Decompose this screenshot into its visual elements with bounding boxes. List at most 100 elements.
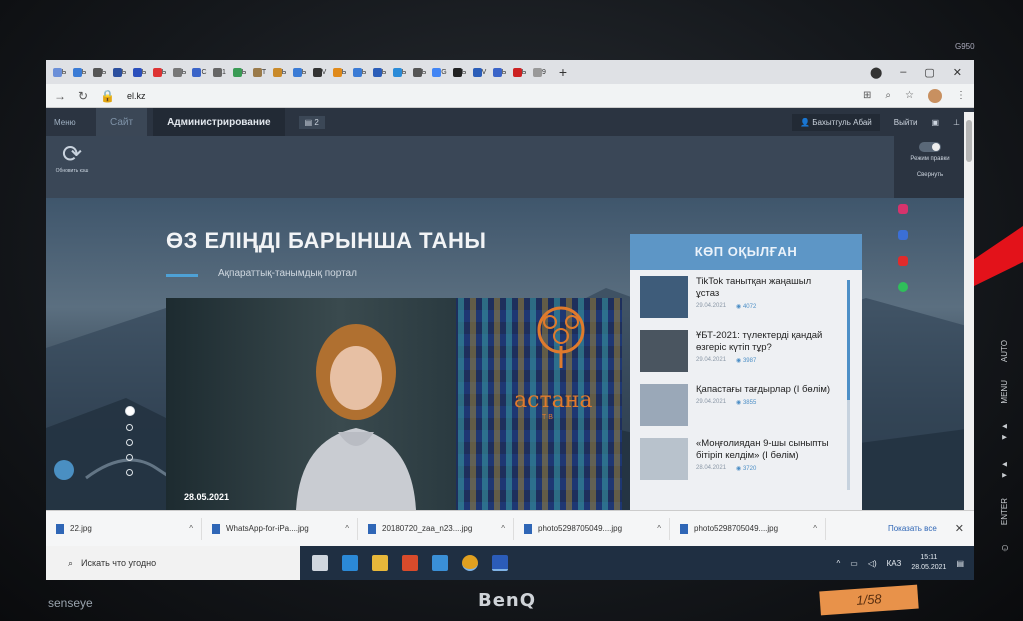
chevron-up-icon[interactable]: ^ [657, 524, 669, 533]
most-read-panel: КӨП ОҚЫЛҒАН TikTok танытқан жаңашыл ұста… [630, 234, 862, 510]
browser-tab[interactable]: Ь [510, 64, 529, 80]
translate-icon[interactable]: ⊞ [863, 90, 871, 101]
browser-tab[interactable]: Ь [90, 64, 109, 80]
edit-mode-toggle[interactable] [919, 142, 941, 152]
slider-dot[interactable] [126, 424, 133, 431]
instagram-icon[interactable] [898, 204, 908, 214]
browser-tab[interactable]: Ь [110, 64, 129, 80]
volume-icon[interactable]: ◁) [868, 559, 877, 568]
tab-site[interactable]: Сайт [96, 108, 148, 136]
refresh-cache-button[interactable]: ⟳ Обновить кэш [52, 142, 92, 175]
browser-tab[interactable]: Ь [130, 64, 149, 80]
network-icon[interactable]: ▭ [850, 559, 858, 568]
browser-tab[interactable]: 1 [210, 64, 229, 80]
featured-video[interactable]: астана ТВ 28.05.2021 [166, 298, 622, 510]
facebook-icon[interactable] [898, 230, 908, 240]
browser-tab[interactable]: 9 [530, 64, 549, 80]
url-field[interactable]: el.kz [127, 91, 851, 101]
taskbar-clock[interactable]: 15:11 28.05.2021 [911, 553, 946, 573]
tray-chevron-icon[interactable]: ^ [836, 559, 840, 568]
browser-tab[interactable]: Ь [50, 64, 69, 80]
word-icon[interactable] [492, 555, 508, 571]
monitor-button-right[interactable]: ◄ ► [1000, 460, 1009, 480]
browser-tab[interactable]: C [190, 64, 209, 80]
browser-tab[interactable]: Ь [170, 64, 189, 80]
browser-tab[interactable]: V [310, 64, 329, 80]
browser-tab[interactable]: Ь [410, 64, 429, 80]
edge-icon[interactable] [342, 555, 358, 571]
slider-dot[interactable] [126, 469, 133, 476]
current-user-button[interactable]: 👤 Бахытгуль Абай [792, 113, 880, 131]
browser-tab[interactable]: Ь [270, 64, 289, 80]
panel-icon[interactable]: ▣ [931, 118, 939, 127]
language-indicator[interactable]: КАЗ [887, 559, 902, 568]
browser-tab[interactable]: Ь [150, 64, 169, 80]
task-view-icon[interactable] [312, 555, 328, 571]
download-item[interactable]: photo5298705049....jpg ^ [514, 517, 670, 540]
download-item[interactable]: 20180720_zaa_n23....jpg ^ [358, 517, 514, 540]
browser-tab[interactable]: Ь [490, 64, 509, 80]
logout-link[interactable]: Выйти [894, 118, 918, 127]
page-scrollbar[interactable] [964, 112, 974, 510]
show-all-downloads-link[interactable]: Показать все [888, 524, 955, 533]
slider-dot[interactable] [126, 439, 133, 446]
chrome-icon[interactable] [462, 555, 478, 571]
mail-icon[interactable] [432, 555, 448, 571]
browser-menu-icon[interactable]: ⋮ [956, 90, 966, 101]
whatsapp-icon[interactable] [898, 282, 908, 292]
most-read-item[interactable]: ҰБТ-2021: түлектерді қандай өзгеріс күті… [640, 330, 852, 384]
collapse-button[interactable]: Свернуть [894, 172, 966, 178]
browser-tab[interactable]: Ь [70, 64, 89, 80]
browser-tab[interactable]: Ь [370, 64, 389, 80]
store-icon[interactable] [402, 555, 418, 571]
forward-icon[interactable]: → [54, 89, 66, 103]
admin-menu-button[interactable]: Меню [46, 118, 96, 127]
zoom-icon[interactable]: ⌕ [885, 90, 891, 101]
slider-dot[interactable] [126, 454, 133, 461]
maximize-icon[interactable]: ▢ [924, 66, 934, 79]
browser-tab[interactable]: Ь [350, 64, 369, 80]
chevron-up-icon[interactable]: ^ [345, 524, 357, 533]
chevron-up-icon[interactable]: ^ [189, 524, 201, 533]
most-read-item[interactable]: TikTok танытқан жаңашыл ұстаз 29.04.2021 ◉… [640, 276, 852, 330]
taskbar-search-box[interactable]: ⌕ Искать что угодно [46, 546, 300, 580]
download-item[interactable]: 22.jpg ^ [46, 517, 202, 540]
browser-tab[interactable]: Ь [450, 64, 469, 80]
monitor-button-left[interactable]: ◄ ► [1000, 422, 1009, 442]
monitor-button-menu[interactable]: MENU [1000, 380, 1009, 404]
browser-tab[interactable]: V [470, 64, 489, 80]
most-read-item[interactable]: «Моңғолиядан 9-шы сыныпты бітіріп келдім… [640, 438, 852, 492]
minimize-icon[interactable]: – [900, 66, 906, 79]
profile-avatar[interactable] [928, 88, 942, 103]
browser-tab[interactable]: Ь [290, 64, 309, 80]
chevron-up-icon[interactable]: ^ [813, 524, 825, 533]
most-read-scrollbar[interactable] [847, 280, 850, 490]
download-item[interactable]: photo5298705049....jpg ^ [670, 517, 826, 540]
chat-bubble-icon[interactable] [54, 460, 74, 480]
pin-icon[interactable]: ⊥ [953, 118, 960, 127]
monitor-button-auto[interactable]: AUTO [1000, 340, 1009, 362]
monitor-button-enter[interactable]: ENTER [1000, 498, 1009, 525]
new-tab-button[interactable]: + [554, 64, 572, 80]
slider-dot-active[interactable] [125, 406, 135, 416]
close-window-icon[interactable]: ✕ [953, 66, 962, 79]
browser-tab[interactable]: Ь [230, 64, 249, 80]
download-item[interactable]: WhatsApp-for-iPa....jpg ^ [202, 517, 358, 540]
browser-tab[interactable]: Ь [390, 64, 409, 80]
close-download-bar-icon[interactable]: ✕ [955, 522, 974, 535]
lock-icon: 🔒 [100, 88, 116, 103]
youtube-icon[interactable] [898, 256, 908, 266]
bookmark-star-icon[interactable]: ☆ [905, 90, 914, 101]
most-read-item[interactable]: Қапастағы тағдырлар (І бөлім) 29.04.2021 ◉… [640, 384, 852, 438]
notifications-icon[interactable]: ▤ [956, 559, 964, 568]
notification-badge[interactable]: ▤ 2 [298, 115, 325, 129]
browser-tab[interactable]: G [430, 64, 449, 80]
file-explorer-icon[interactable] [372, 555, 388, 571]
browser-tab[interactable]: Ь [330, 64, 349, 80]
browser-tab[interactable]: T [250, 64, 269, 80]
profile-dot-icon[interactable]: ⬤ [870, 66, 882, 79]
reload-icon[interactable]: ↻ [78, 89, 88, 103]
monitor-power-button[interactable]: ⏻ [1000, 543, 1010, 551]
chevron-up-icon[interactable]: ^ [501, 524, 513, 533]
tab-administration[interactable]: Администрирование [153, 108, 285, 136]
